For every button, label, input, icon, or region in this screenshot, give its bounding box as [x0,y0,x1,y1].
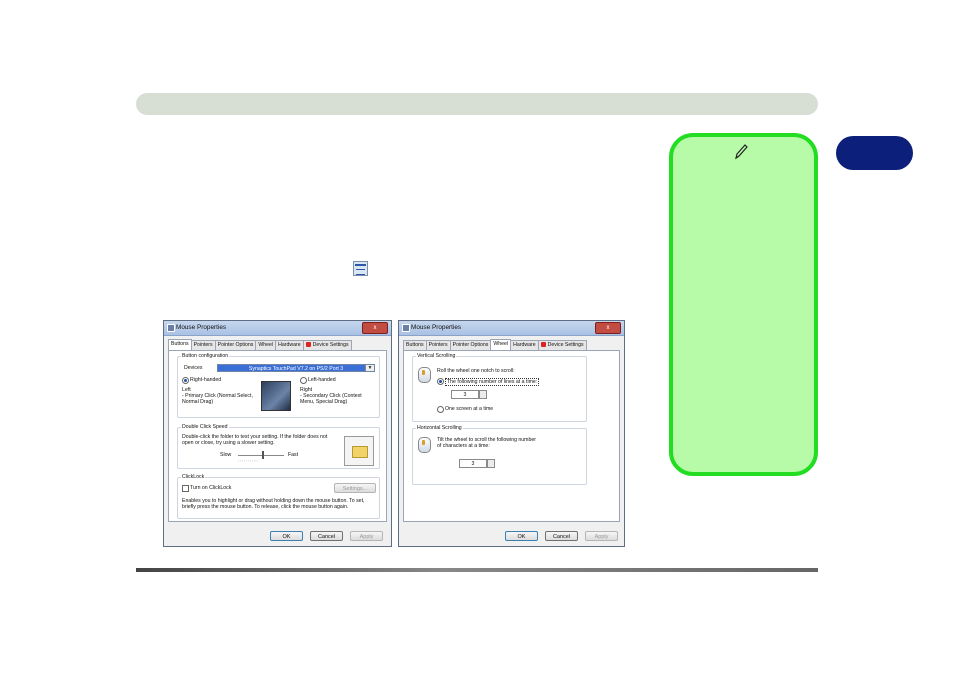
tab-device-settings[interactable]: Device Settings [302,340,352,350]
header-bar [136,93,818,115]
ok-button[interactable]: OK [270,531,303,541]
fast-label: Fast [288,452,299,458]
mouse-tilt-icon [418,437,431,453]
pencil-icon [735,144,748,160]
horizontal-scrolling-group: Horizontal Scrolling Tilt the wheel to s… [412,425,587,485]
clicklock-group: ClickLock Turn on ClickLock Settings... … [177,474,380,519]
test-folder-icon[interactable] [344,436,374,466]
tab-buttons[interactable]: Buttons [168,339,192,350]
close-button[interactable]: x [595,322,621,334]
tab-panel: Button configuration Devices Synaptics T… [168,350,387,522]
clicklock-checkbox[interactable] [182,485,189,492]
tab-pointer-options[interactable]: Pointer Options [449,340,492,350]
close-button[interactable]: x [362,322,388,334]
mouse-icon [402,324,410,332]
mouse-icon [167,324,175,332]
tab-pointer-options[interactable]: Pointer Options [214,340,257,350]
mouse-control-panel-icon [353,261,368,276]
tab-strip: Buttons Pointers Pointer Options Wheel H… [168,339,352,350]
group-legend: ClickLock [181,474,206,481]
tab-strip: Buttons Pointers Pointer Options Wheel H… [403,339,587,350]
lines-at-a-time-radio[interactable] [437,378,444,385]
button-configuration-group: Button configuration Devices Synaptics T… [177,353,380,418]
clicklock-settings-button[interactable]: Settings... [334,483,376,493]
group-legend: Vertical Scrolling [416,353,457,360]
tab-hardware[interactable]: Hardware [275,340,304,350]
tab-hardware[interactable]: Hardware [510,340,539,350]
mouse-wheel-icon [418,367,431,383]
characters-stepper[interactable]: 3 [459,459,487,468]
cancel-button[interactable]: Cancel [310,531,343,541]
group-legend: Double Click Speed [181,424,229,431]
clicklock-checkbox-label: Turn on ClickLock [190,485,232,491]
tab-wheel[interactable]: Wheel [490,339,512,350]
devices-value: Synaptics TouchPad V7.2 on PS/2 Port 3 [248,366,344,372]
apply-button[interactable]: Apply [585,531,618,541]
left-desc-2: Normal Drag) [182,399,214,405]
slow-label: Slow [220,452,232,458]
vertical-scrolling-group: Vertical Scrolling Roll the wheel one no… [412,353,587,422]
ok-button[interactable]: OK [505,531,538,541]
characters-stepper-arrows[interactable] [487,459,495,468]
horizontal-desc-2: of characters at a time: [437,443,490,449]
double-click-slider-track[interactable] [238,455,284,456]
double-click-desc-2: open or close, try using a slower settin… [182,440,275,446]
tab-pointers[interactable]: Pointers [190,340,216,350]
devices-select[interactable]: Synaptics TouchPad V7.2 on PS/2 Port 3 ▼ [217,364,375,372]
dialog-title-bar: Mouse Properties x [164,321,391,336]
device-settings-icon [305,342,311,347]
lines-at-a-time-label: The following number of lines at a time: [445,378,540,386]
dialog-title: Mouse Properties [411,324,462,331]
clicklock-desc-2: briefly press the mouse button. To relea… [182,504,349,510]
note-box [669,133,818,476]
tab-wheel[interactable]: Wheel [255,340,277,350]
tab-pointers[interactable]: Pointers [425,340,451,350]
tab-device-settings-label: Device Settings [312,342,349,348]
left-handed-radio[interactable] [300,377,307,384]
group-legend: Horizontal Scrolling [416,425,463,432]
lines-stepper-arrows[interactable] [479,390,487,399]
mouse-properties-buttons-dialog: Mouse Properties x Buttons Pointers Poin… [163,320,392,547]
footer-rule [136,568,818,572]
tab-buttons[interactable]: Buttons [403,340,427,350]
slider-ticks: ''''''''''' [238,459,260,464]
chapter-tab [836,136,913,170]
tab-panel: Vertical Scrolling Roll the wheel one no… [403,350,620,522]
right-desc-2: Menu, Special Drag) [300,399,348,405]
right-handed-radio[interactable] [182,377,189,384]
tab-device-settings-label: Device Settings [547,342,584,348]
mouse-properties-wheel-dialog: Mouse Properties x Buttons Pointers Poin… [398,320,625,547]
double-click-slider-thumb[interactable] [262,451,264,459]
devices-label: Devices [184,365,203,371]
apply-button[interactable]: Apply [350,531,383,541]
cancel-button[interactable]: Cancel [545,531,578,541]
group-legend: Button configuration [181,353,230,360]
vertical-desc: Roll the wheel one notch to scroll: [437,368,515,374]
tab-device-settings[interactable]: Device Settings [537,340,587,350]
one-screen-radio[interactable] [437,406,444,413]
double-click-speed-group: Double Click Speed Double-click the fold… [177,424,380,469]
touchpad-image [261,381,291,411]
chevron-down-icon[interactable]: ▼ [365,365,374,371]
one-screen-label: One screen at a time [445,406,494,412]
lines-stepper[interactable]: 3 [451,390,479,399]
dialog-title-bar: Mouse Properties x [399,321,624,336]
dialog-title: Mouse Properties [176,324,227,331]
right-handed-label: Right-handed [190,377,222,383]
left-handed-label: Left-handed [308,377,336,383]
device-settings-icon [540,342,546,347]
